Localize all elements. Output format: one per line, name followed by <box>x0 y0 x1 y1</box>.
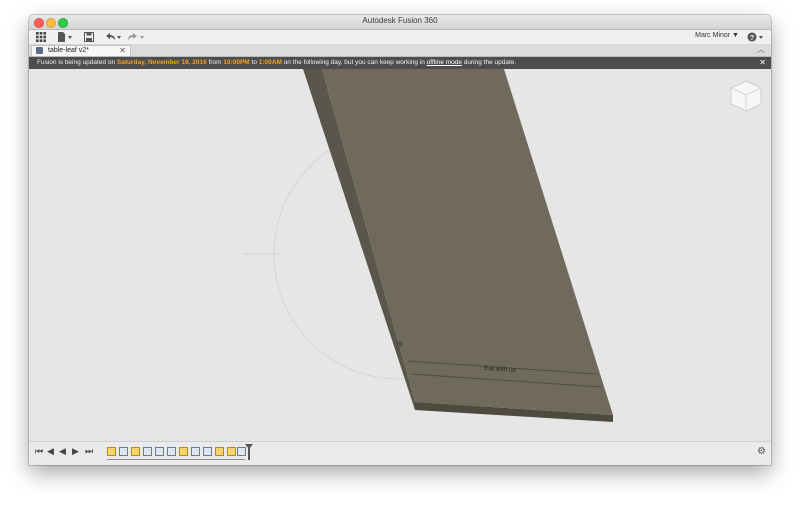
play-reverse-icon[interactable]: ◀ <box>59 446 66 457</box>
sketch-feature-icon[interactable] <box>215 447 224 456</box>
sketch-feature-icon[interactable] <box>107 447 116 456</box>
skip-to-start-icon[interactable]: ⏮ <box>35 446 43 457</box>
sketch-feature-icon[interactable] <box>131 447 140 456</box>
timeline-marker[interactable] <box>248 445 250 460</box>
3d-canvas[interactable]: Eat with us <box>29 69 771 441</box>
banner-text-1: Fusion is being updated on <box>37 59 117 66</box>
user-menu[interactable]: Marc Minor ▼ <box>695 32 739 39</box>
extrude-feature-icon[interactable] <box>203 447 212 456</box>
offline-mode-link[interactable]: offline mode <box>427 59 462 66</box>
update-banner: Fusion is being updated on Saturday, Nov… <box>29 57 771 69</box>
banner-text-5: during the update. <box>461 59 517 66</box>
close-tab-icon[interactable]: ✕ <box>119 45 126 56</box>
extrude-feature-icon[interactable] <box>143 447 152 456</box>
window-title: Autodesk Fusion 360 <box>362 16 438 25</box>
step-back-icon[interactable]: ◀ <box>47 446 54 457</box>
document-tab-bar: table-leaf v2* ✕ ︿ <box>29 45 771 57</box>
timeline-bar: ⏮ ◀ ◀ ▶ ⏭ ⚙ <box>29 441 771 465</box>
banner-start-time: 10:00PM <box>223 59 250 66</box>
banner-end-time: 1:00AM <box>258 59 282 66</box>
banner-text-3: to <box>249 59 259 66</box>
save-icon[interactable] <box>83 31 95 43</box>
banner-text-2: from <box>206 59 224 66</box>
file-menu-button[interactable] <box>56 31 74 43</box>
toolbar: Marc Minor ▼ ? <box>29 30 771 45</box>
close-banner-icon[interactable]: ✕ <box>759 57 766 68</box>
play-icon[interactable]: ▶ <box>72 446 79 457</box>
help-icon[interactable]: ? <box>747 31 765 43</box>
viewcube[interactable] <box>727 77 765 115</box>
file-icon <box>58 32 72 42</box>
sketch-feature-icon[interactable] <box>179 447 188 456</box>
svg-text:?: ? <box>750 35 754 42</box>
banner-date: Saturday, November 19, 2016 <box>116 59 207 66</box>
model-view[interactable]: Eat with us <box>29 69 771 441</box>
redo-icon[interactable] <box>126 31 146 43</box>
grid-icon[interactable] <box>35 31 47 43</box>
extrude-feature-icon[interactable] <box>191 447 200 456</box>
extrude-feature-icon[interactable] <box>155 447 164 456</box>
extrude-feature-icon[interactable] <box>167 447 176 456</box>
timeline-track <box>107 459 245 460</box>
title-bar[interactable]: Autodesk Fusion 360 <box>29 15 771 30</box>
undo-icon[interactable] <box>103 31 123 43</box>
tab-table-leaf[interactable]: table-leaf v2* ✕ <box>31 45 131 56</box>
extrude-feature-icon[interactable] <box>119 447 128 456</box>
document-icon <box>36 47 43 54</box>
banner-text-4: on the following day, but you can keep w… <box>281 59 427 66</box>
app-window: Autodesk Fusion 360 Marc Minor ▼ ? table… <box>29 15 771 465</box>
chevron-up-icon[interactable]: ︿ <box>757 44 765 55</box>
gear-icon[interactable]: ⚙ <box>757 446 766 457</box>
sketch-feature-icon[interactable] <box>227 447 236 456</box>
skip-to-end-icon[interactable]: ⏭ <box>85 446 93 457</box>
banner-message: Fusion is being updated on Saturday, Nov… <box>37 58 516 68</box>
tab-label: table-leaf v2* <box>48 47 89 54</box>
